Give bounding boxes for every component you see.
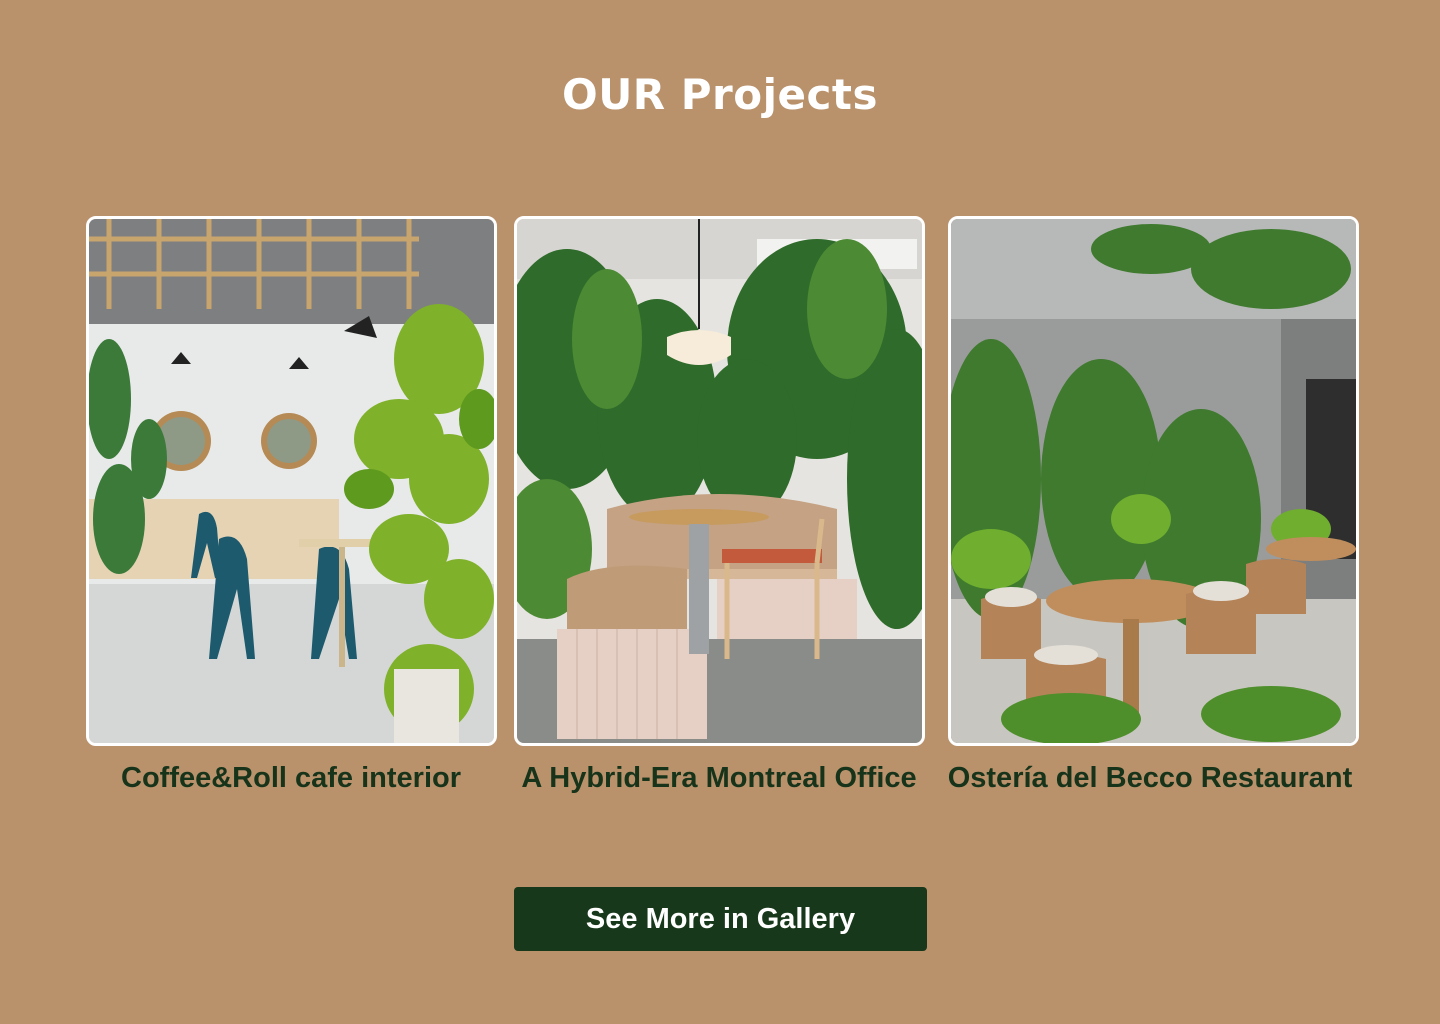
project-image-restaurant[interactable] [948,216,1359,746]
office-lounge-photo [517,219,922,743]
project-image-cafe[interactable] [86,216,497,746]
restaurant-courtyard-photo [951,219,1356,743]
project-caption: Ostería del Becco Restaurant [947,762,1353,794]
project-image-office[interactable] [514,216,925,746]
project-caption: A Hybrid-Era Montreal Office [521,762,917,794]
see-more-gallery-button[interactable]: See More in Gallery [514,887,927,951]
project-caption: Coffee&Roll cafe interior [121,762,461,794]
page-title: OUR Projects [562,70,878,119]
cafe-interior-photo [89,219,494,743]
